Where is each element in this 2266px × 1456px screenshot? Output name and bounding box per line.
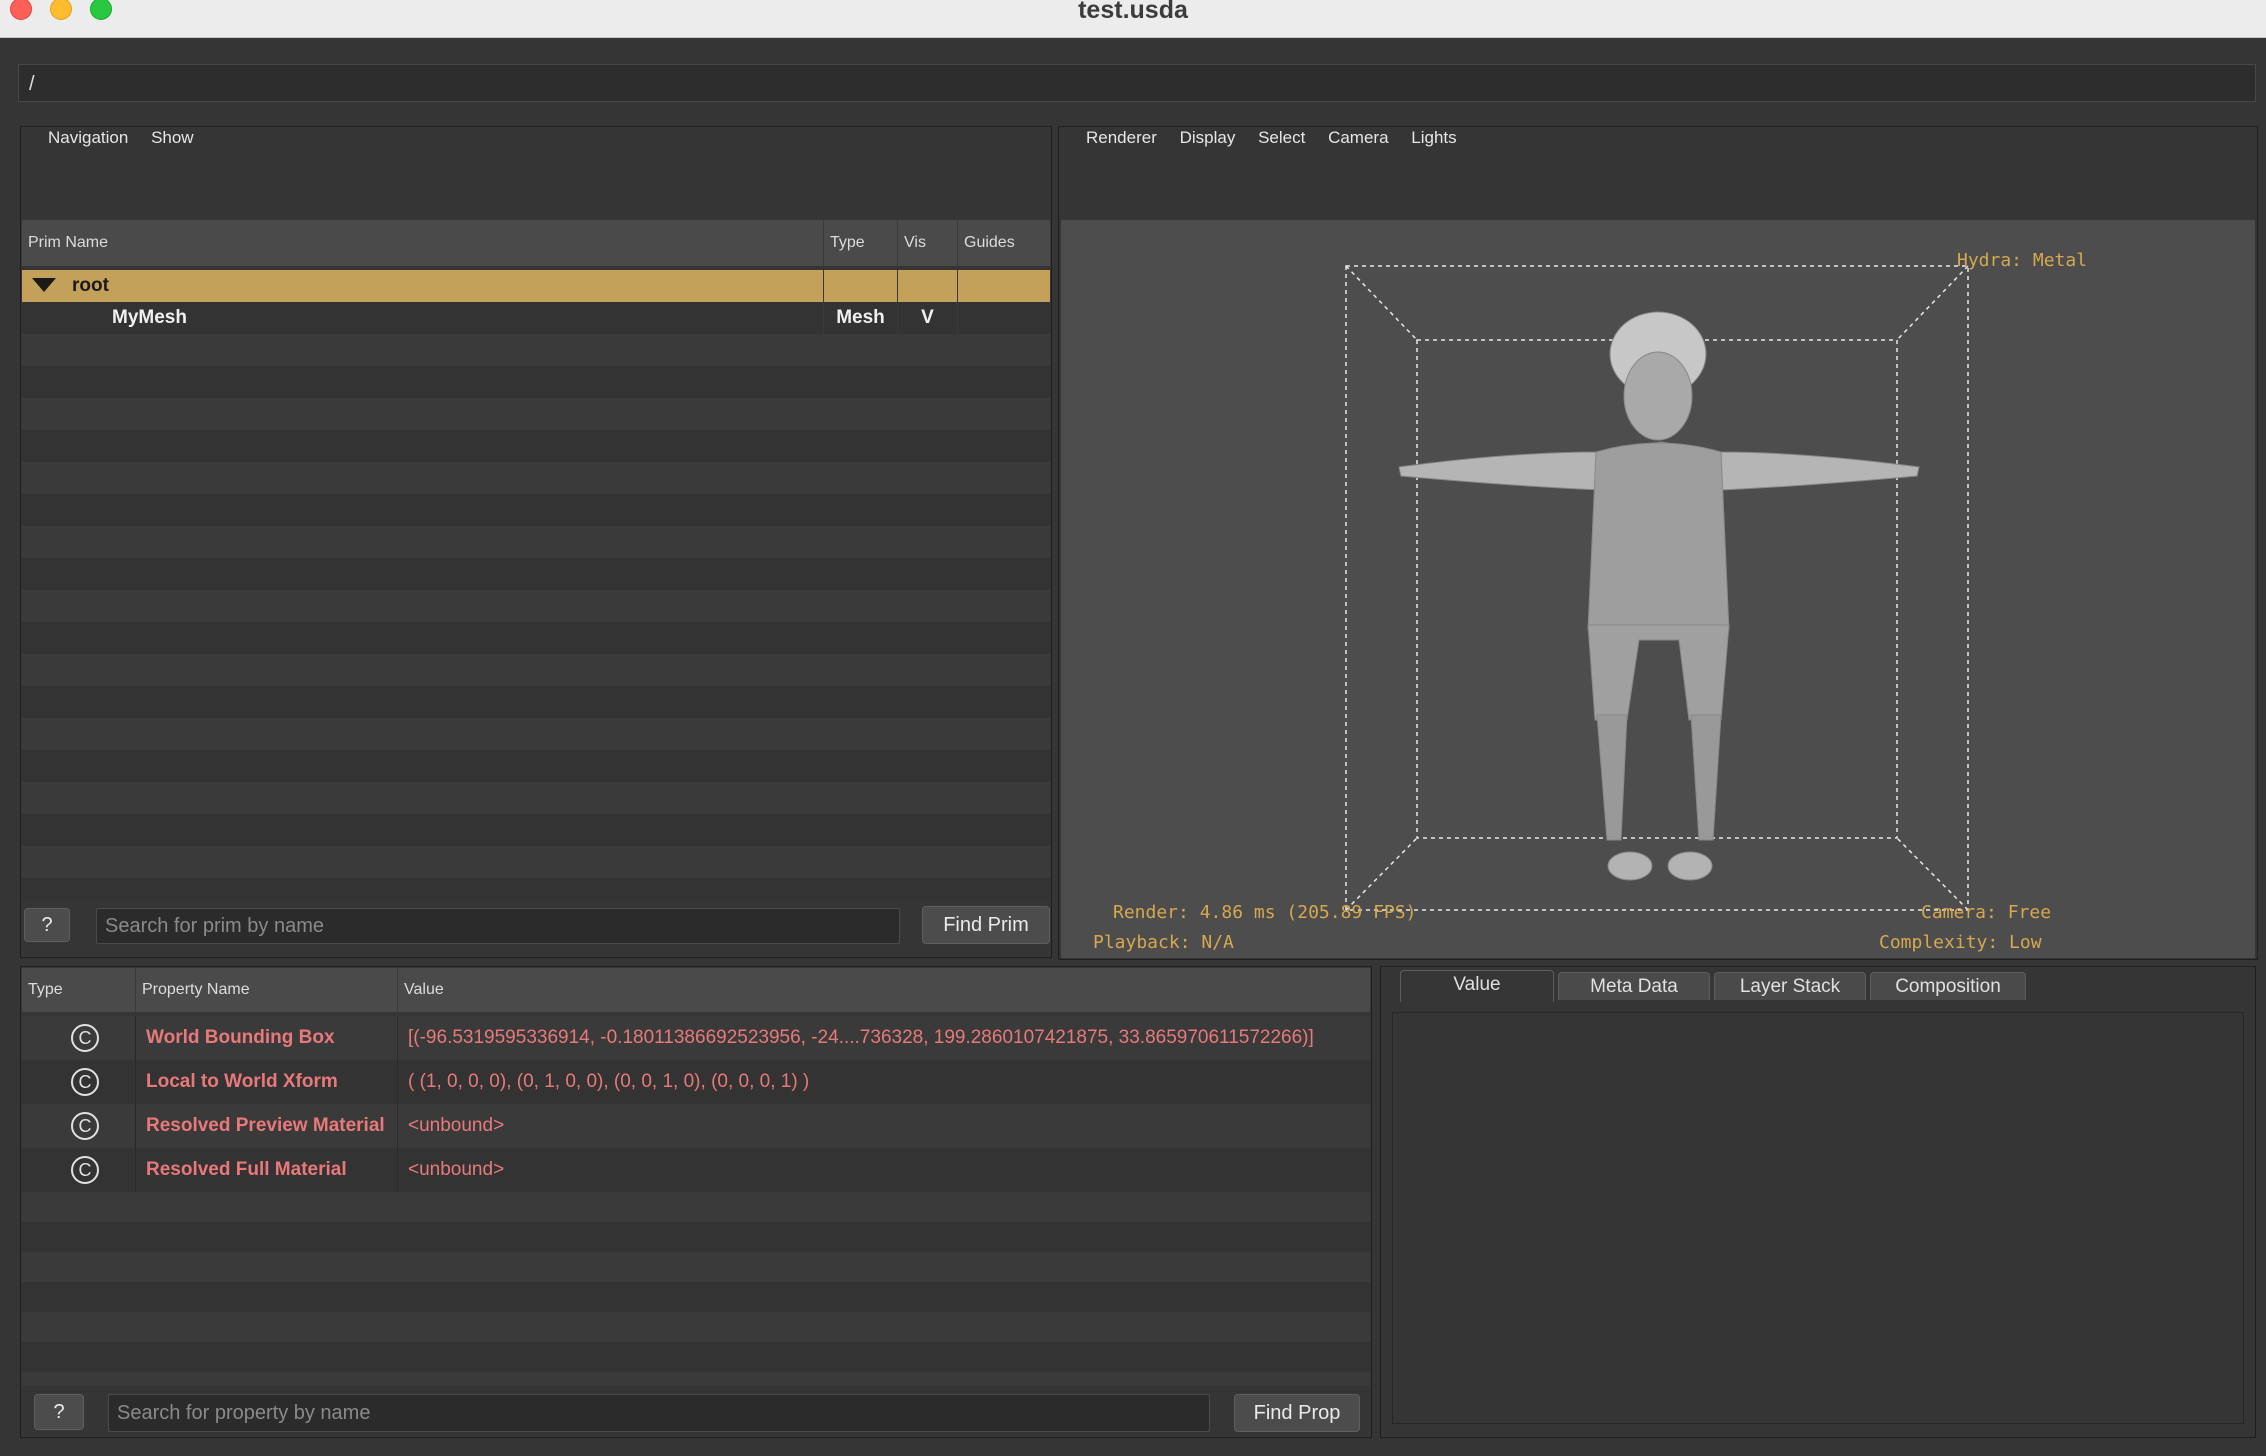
menu-show[interactable]: Show [151, 128, 194, 147]
hud-playback: Playback: N/A [1093, 932, 1234, 953]
prim-name-mymesh: MyMesh [22, 302, 824, 334]
computed-property-icon: C [71, 1024, 99, 1052]
property-name: Resolved Full Material [136, 1148, 398, 1192]
col-prop-name[interactable]: Property Name [136, 968, 398, 1012]
prim-name-root: root [72, 275, 109, 296]
property-table-header: Type Property Name Value [22, 968, 1370, 1012]
computed-property-icon: C [71, 1112, 99, 1140]
property-value: <unbound> [408, 1115, 505, 1136]
prim-type-root [824, 270, 898, 302]
hud-renderer: Hydra: Metal [1957, 250, 2087, 271]
menu-renderer[interactable]: Renderer [1086, 128, 1157, 147]
property-search-input[interactable]: Search for property by name [108, 1394, 1210, 1432]
property-value: [(-96.5319595336914, -0.1801138669252395… [408, 1027, 1314, 1048]
property-value: ( (1, 0, 0, 0), (0, 1, 0, 0), (0, 0, 1, … [408, 1071, 810, 1092]
prim-path-field[interactable]: / [18, 64, 2256, 102]
property-row[interactable]: C World Bounding Box [(-96.5319595336914… [22, 1016, 1370, 1060]
property-row[interactable]: C Resolved Preview Material <unbound> [22, 1104, 1370, 1148]
prim-search-input[interactable]: Search for prim by name [96, 908, 900, 944]
col-prop-type[interactable]: Type [22, 968, 136, 1012]
menu-navigation[interactable]: Navigation [48, 128, 128, 147]
tab-meta-data[interactable]: Meta Data [1558, 972, 1710, 1000]
menu-display[interactable]: Display [1180, 128, 1236, 147]
collapse-triangle-icon[interactable] [32, 278, 56, 294]
find-prim-button[interactable]: Find Prim [922, 906, 1050, 944]
menu-lights[interactable]: Lights [1411, 128, 1456, 147]
col-vis[interactable]: Vis [898, 220, 958, 266]
window-title: test.usda [1078, 0, 1188, 24]
tree-row-mymesh[interactable]: MyMesh Mesh V [22, 302, 1050, 334]
property-name: World Bounding Box [136, 1016, 398, 1060]
find-prop-button[interactable]: Find Prop [1234, 1394, 1360, 1432]
property-name: Local to World Xform [136, 1060, 398, 1104]
property-name: Resolved Preview Material [136, 1104, 398, 1148]
prim-tree-empty-area [22, 334, 1050, 902]
tab-value[interactable]: Value [1400, 970, 1554, 1002]
property-table-empty-area [22, 1192, 1370, 1386]
property-row[interactable]: C Local to World Xform ( (1, 0, 0, 0), (… [22, 1060, 1370, 1104]
prim-help-button[interactable]: ? [24, 908, 70, 942]
title-bar: test.usda [0, 0, 2266, 38]
prim-menu-bar: Navigation Show [48, 128, 212, 148]
hud-camera: Camera: Free [1921, 902, 2051, 923]
menu-camera[interactable]: Camera [1328, 128, 1388, 147]
col-guides[interactable]: Guides [958, 220, 1050, 266]
prim-vis-mymesh[interactable]: V [898, 302, 958, 334]
character-mesh[interactable] [1398, 311, 1920, 881]
tab-composition[interactable]: Composition [1870, 972, 2026, 1000]
col-prop-value[interactable]: Value [398, 968, 1370, 1012]
viewport-canvas[interactable]: Hydra: Metal Render: 4.86 ms (205.89 FPS… [1061, 220, 2255, 958]
prim-type-mymesh: Mesh [824, 302, 898, 334]
col-type[interactable]: Type [824, 220, 898, 266]
property-row[interactable]: C Resolved Full Material <unbound> [22, 1148, 1370, 1192]
menu-select[interactable]: Select [1258, 128, 1305, 147]
prim-guides-mymesh [958, 302, 1050, 334]
prim-guides-root [958, 270, 1050, 302]
computed-property-icon: C [71, 1156, 99, 1184]
prim-vis-root[interactable] [898, 270, 958, 302]
hud-render-time: Render: 4.86 ms (205.89 FPS) [1113, 902, 1416, 923]
property-value: <unbound> [408, 1159, 505, 1180]
col-prim-name[interactable]: Prim Name [22, 220, 824, 266]
3d-viewport[interactable]: Hydra: Metal Render: 4.86 ms (205.89 FPS… [1061, 220, 2255, 958]
hud-complexity: Complexity: Low [1879, 932, 2042, 953]
prim-tree-header: Prim Name Type Vis Guides [22, 220, 1050, 266]
inspector-content [1392, 1012, 2244, 1424]
tree-row-root[interactable]: root [22, 270, 1050, 302]
computed-property-icon: C [71, 1068, 99, 1096]
tab-layer-stack[interactable]: Layer Stack [1714, 972, 1866, 1000]
property-help-button[interactable]: ? [34, 1394, 84, 1430]
viewport-menu-bar: Renderer Display Select Camera Lights [1086, 128, 1475, 148]
